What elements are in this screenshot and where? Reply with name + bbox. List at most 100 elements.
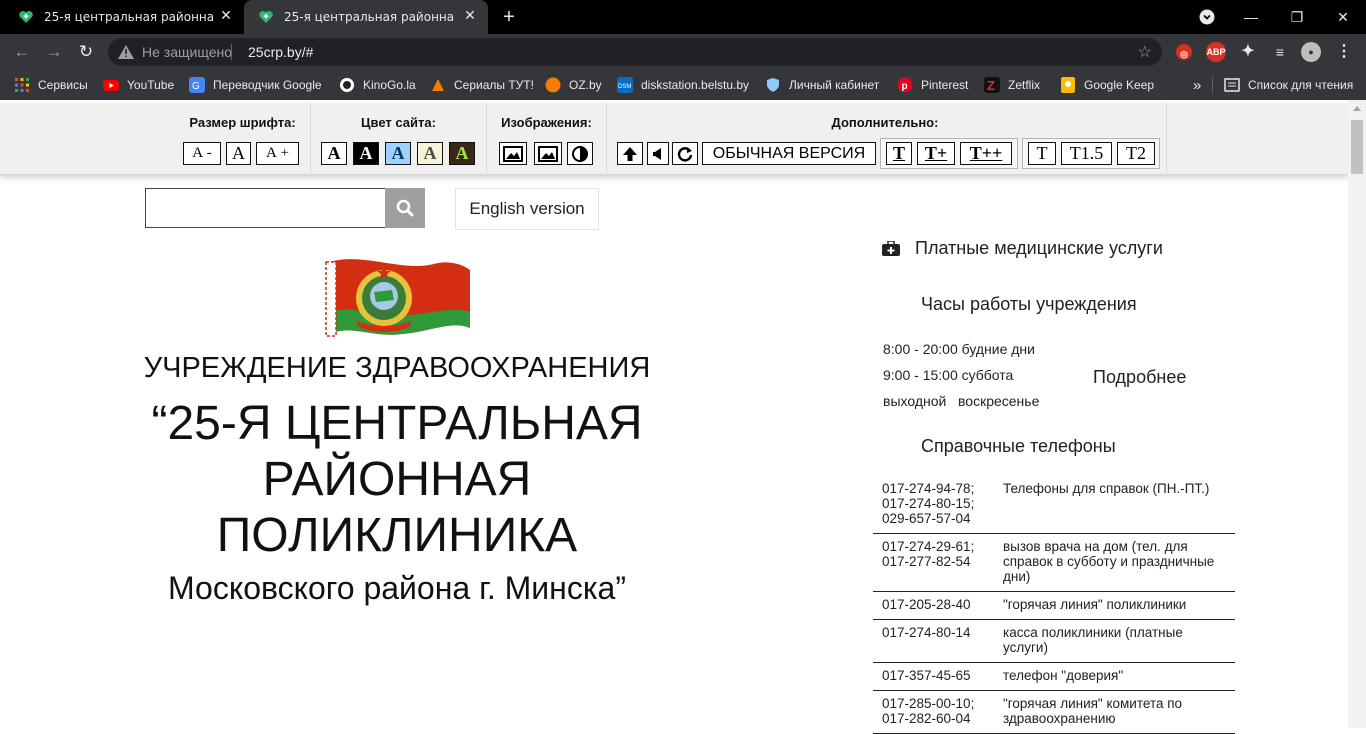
extra-group: Дополнительно: ОБЫЧНАЯ ВЕРСИЯ T T+ T++ T…: [607, 103, 1167, 175]
bookmark-label: Сериалы ТУТ!: [454, 78, 534, 92]
images-grayscale-button[interactable]: [534, 142, 562, 165]
english-version-link[interactable]: English version: [455, 188, 599, 230]
google-keep-icon: [1061, 77, 1075, 93]
reading-list-icon: [1224, 78, 1240, 92]
reset-settings-button[interactable]: [672, 142, 698, 165]
table-row: 017-274-29-61; 017-277-82-54 вызов врача…: [873, 534, 1235, 592]
reload-icon[interactable]: ↻: [75, 41, 97, 63]
bookmark-zetflix[interactable]: Z Zetflix: [984, 76, 1040, 94]
browser-tab[interactable]: 25-я центральная районная пол ✕: [0, 0, 244, 34]
phone-numbers[interactable]: 017-274-29-61; 017-277-82-54: [882, 539, 1003, 584]
scrollbar-thumb[interactable]: [1351, 120, 1363, 174]
extra-label: Дополнительно:: [831, 115, 939, 130]
bookmark-google-keep[interactable]: Google Keep: [1060, 76, 1154, 94]
institution-type-heading: УЧРЕЖДЕНИЕ ЗДРАВООХРАНЕНИЯ: [143, 352, 651, 384]
letter-spacing-normal-button[interactable]: T: [886, 142, 912, 165]
new-tab-button[interactable]: +: [498, 6, 520, 28]
line-height-large-button[interactable]: T2: [1117, 142, 1155, 165]
extension-target-icon[interactable]: ◎: [1174, 42, 1194, 62]
extensions-puzzle-icon[interactable]: ✦: [1238, 42, 1258, 62]
color-scheme-blue-button[interactable]: А: [385, 142, 411, 165]
back-icon[interactable]: ←: [11, 41, 33, 63]
adblock-extension-icon[interactable]: ABP: [1206, 42, 1226, 62]
bookmarks-overflow-button[interactable]: »: [1193, 76, 1201, 94]
menu-kebab-icon[interactable]: ⋮: [1334, 42, 1354, 62]
bookmark-translate[interactable]: G Переводчик Google: [189, 76, 322, 94]
site-color-group: Цвет сайта: А А А А А: [311, 103, 487, 175]
scroll-up-arrow-icon[interactable]: [1353, 106, 1361, 111]
color-scheme-black-button[interactable]: А: [353, 142, 379, 165]
url-text[interactable]: 25crp.by/#: [248, 44, 313, 60]
images-off-button[interactable]: [567, 142, 593, 165]
forward-icon[interactable]: →: [43, 41, 65, 63]
line-height-medium-button[interactable]: T1.5: [1061, 142, 1112, 165]
line-height-normal-button[interactable]: T: [1028, 142, 1056, 165]
letter-spacing-medium-button[interactable]: T+: [917, 142, 955, 165]
minimize-icon[interactable]: —: [1240, 7, 1262, 27]
font-increase-button[interactable]: А +: [256, 142, 299, 165]
phone-numbers[interactable]: 017-274-80-14: [882, 625, 1003, 655]
address-bar[interactable]: Не защищено 25crp.by/# ☆: [108, 38, 1162, 66]
bookmark-kinogo[interactable]: KinoGo.la: [339, 76, 416, 94]
images-on-button[interactable]: [499, 142, 527, 165]
reading-list-button[interactable]: Список для чтения: [1224, 76, 1353, 94]
phone-numbers[interactable]: 017-285-00-10; 017-282-60-04: [882, 696, 1003, 726]
google-translate-icon: G: [189, 77, 205, 93]
zetflix-icon: Z: [984, 77, 1000, 93]
tab-search-icon[interactable]: [1199, 9, 1215, 25]
search-button[interactable]: [385, 188, 425, 228]
audio-button[interactable]: [647, 142, 669, 165]
divider: [1212, 77, 1213, 93]
phone-description: "горячая линия" комитета по здравоохране…: [1003, 696, 1183, 726]
clinic-name-heading: “25-Я ЦЕНТРАЛЬНАЯ РАЙОННАЯ ПОЛИКЛИНИКА: [0, 396, 794, 564]
color-scheme-white-button[interactable]: А: [321, 142, 347, 165]
scroll-up-button[interactable]: [617, 142, 643, 165]
site-color-label: Цвет сайта:: [361, 115, 436, 130]
bookmark-star-icon[interactable]: ☆: [1138, 42, 1152, 62]
phone-numbers[interactable]: 017-274-94-78; 017-274-80-15; 029-657-57…: [882, 481, 1003, 526]
phone-numbers[interactable]: 017-205-28-40: [882, 597, 1003, 612]
close-tab-icon[interactable]: ✕: [462, 8, 478, 24]
bookmark-label: Pinterest: [921, 78, 969, 92]
bookmarks-bar: Сервисы YouTube G Переводчик Google Kino…: [0, 70, 1366, 100]
restore-icon[interactable]: ❐: [1286, 7, 1308, 27]
svg-text:G: G: [192, 81, 200, 92]
profile-avatar[interactable]: ●: [1301, 42, 1321, 62]
bookmark-services[interactable]: Сервисы: [14, 76, 88, 94]
normal-version-button[interactable]: ОБЫЧНАЯ ВЕРСИЯ: [702, 142, 876, 165]
divider: [231, 44, 232, 60]
bookmark-pinterest[interactable]: p Pinterest: [897, 76, 968, 94]
color-scheme-beige-button[interactable]: А: [417, 142, 443, 165]
shield-icon: [767, 78, 779, 92]
phones-table: 017-274-94-78; 017-274-80-15; 029-657-57…: [873, 476, 1235, 734]
font-normal-button[interactable]: А: [226, 142, 251, 165]
media-queue-icon[interactable]: ≡: [1270, 42, 1290, 62]
belarus-emblem-flag: [325, 259, 470, 337]
font-size-group: Размер шрифта: А - А А +: [175, 103, 311, 175]
letter-spacing-large-button[interactable]: T++: [960, 142, 1012, 165]
close-window-icon[interactable]: ✕: [1332, 7, 1354, 27]
bookmark-personal-account[interactable]: Личный кабинет: [765, 76, 879, 94]
bookmark-serials[interactable]: Сериалы ТУТ!: [430, 76, 534, 94]
phone-numbers[interactable]: 017-357-45-65: [882, 668, 1003, 683]
reading-list-label: Список для чтения: [1248, 78, 1354, 92]
color-scheme-brown-button[interactable]: А: [449, 142, 475, 165]
site-search-input[interactable]: [145, 188, 386, 228]
bookmark-diskstation[interactable]: DSM diskstation.belstu.by: [617, 76, 749, 94]
working-hours-line: выходной воскресенье: [883, 393, 1040, 409]
font-decrease-button[interactable]: А -: [183, 142, 221, 165]
bookmark-label: YouTube: [127, 78, 175, 92]
security-label[interactable]: Не защищено: [142, 44, 232, 60]
contrast-icon: [572, 146, 588, 162]
close-tab-icon[interactable]: ✕: [218, 8, 234, 24]
bookmark-label: KinoGo.la: [363, 78, 416, 92]
browser-tab-active[interactable]: 25-я центральная районная пол ✕: [244, 0, 488, 34]
paid-services-link[interactable]: Платные медицинские услуги: [882, 238, 1163, 259]
bookmark-youtube[interactable]: YouTube: [103, 76, 174, 94]
warning-icon: [118, 45, 134, 59]
page-scrollbar[interactable]: [1348, 100, 1366, 728]
bookmark-label: OZ.by: [569, 78, 602, 92]
more-details-link[interactable]: Подробнее: [1093, 367, 1186, 388]
bookmark-oz[interactable]: OZ.by: [545, 76, 602, 94]
heart-favicon-icon: [259, 11, 273, 23]
